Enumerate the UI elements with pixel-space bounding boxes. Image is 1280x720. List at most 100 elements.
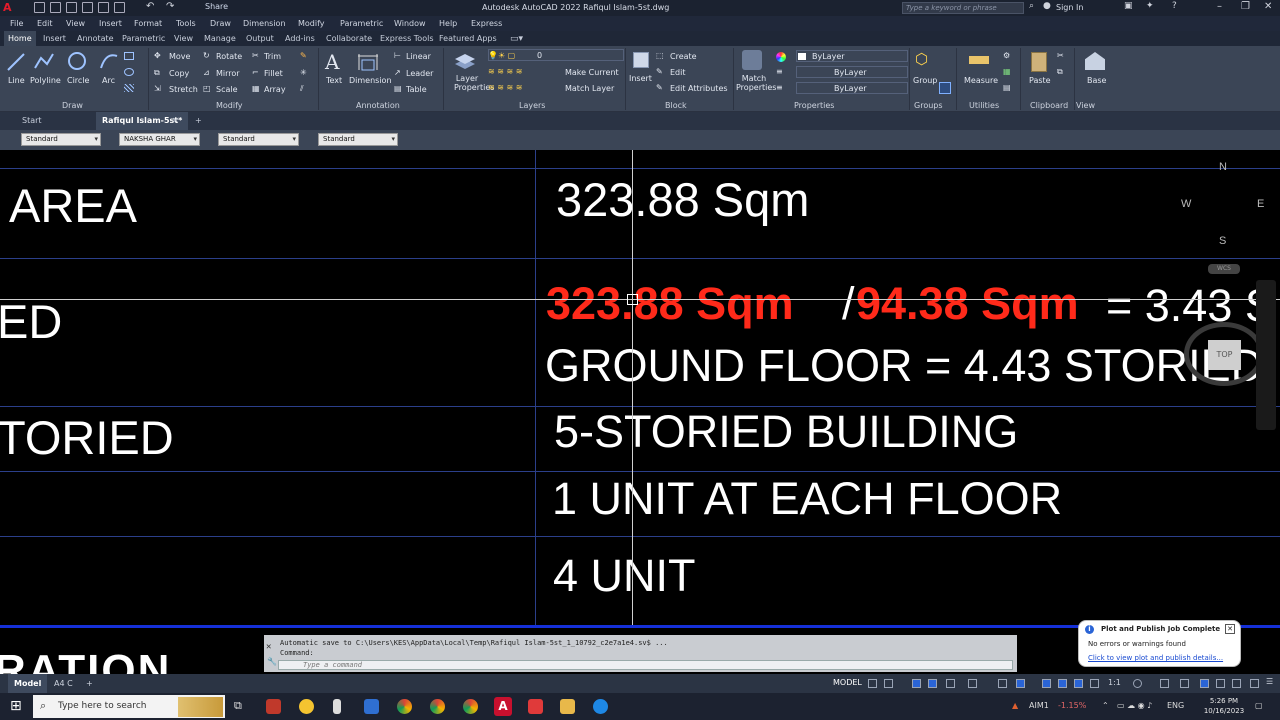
ortho-icon[interactable]	[912, 679, 921, 688]
linetype-value[interactable]: ByLayer	[834, 84, 867, 93]
help-search-input[interactable]: Type a keyword or phrase	[902, 2, 1024, 14]
notification-details-link[interactable]: Click to view plot and publish details..…	[1088, 654, 1223, 662]
tab-insert[interactable]: Insert	[43, 34, 66, 43]
fullscreen-icon[interactable]	[1250, 679, 1259, 688]
workspace-icon[interactable]	[1090, 679, 1099, 688]
trim-button[interactable]: Trim	[264, 52, 281, 61]
help-icon[interactable]: ?	[1172, 1, 1177, 11]
line-button[interactable]: Line	[8, 76, 25, 85]
units-icon[interactable]	[1216, 679, 1225, 688]
tab-featured-apps[interactable]: Featured Apps	[439, 34, 497, 43]
otrack-icon[interactable]	[968, 679, 977, 688]
annotation-scale-icon[interactable]	[1074, 679, 1083, 688]
osnap-icon[interactable]	[998, 679, 1007, 688]
dimension-button[interactable]: Dimension	[349, 76, 392, 85]
cut-icon[interactable]: ✂	[1057, 51, 1064, 60]
auto-scale-icon[interactable]	[1058, 679, 1067, 688]
measure-button[interactable]: Measure	[964, 76, 998, 85]
selection-cycling-icon[interactable]	[1016, 679, 1025, 688]
table-button[interactable]: Table	[406, 85, 427, 94]
menu-dimension[interactable]: Dimension	[243, 19, 286, 28]
insert-button[interactable]: Insert	[629, 74, 652, 83]
menu-file[interactable]: File	[10, 19, 23, 28]
layer-tools-icons[interactable]: ≋ ≋ ≋ ≋	[488, 67, 522, 76]
group-selection-icon[interactable]	[939, 82, 951, 94]
arc-icon[interactable]	[98, 50, 120, 72]
snap-icon[interactable]	[884, 679, 893, 688]
layers-panel-title[interactable]: Layers	[519, 101, 545, 110]
view-panel-title[interactable]: View	[1076, 101, 1095, 110]
share-button[interactable]: Share	[205, 2, 228, 11]
chrome-icon[interactable]	[397, 699, 412, 714]
new-layout-icon[interactable]: +	[80, 674, 99, 693]
taskbar-app-2-icon[interactable]	[299, 699, 314, 714]
web-mobile-icon[interactable]	[98, 2, 109, 13]
connect-icon[interactable]: ✦	[1146, 1, 1154, 11]
polyline-button[interactable]: Polyline	[30, 76, 61, 85]
layer-properties-button[interactable]: Layer Properties	[454, 74, 494, 92]
annotation-panel-title[interactable]: Annotation	[356, 101, 400, 110]
menu-modify[interactable]: Modify	[298, 19, 325, 28]
stock-change[interactable]: -1.15%	[1058, 701, 1086, 710]
save-as-icon[interactable]	[82, 2, 93, 13]
calculator-icon[interactable]	[364, 699, 379, 714]
leader-button[interactable]: Leader	[406, 69, 433, 78]
undo-icon[interactable]: ↶	[146, 1, 154, 12]
menu-window[interactable]: Window	[394, 19, 426, 28]
drawing-canvas[interactable]: AREA ED TORIED 323.88 Sqm 323.88 Sqm / 9…	[0, 150, 1280, 625]
text-style-dropdown[interactable]: Standard	[21, 133, 101, 146]
command-input[interactable]: Type a command	[278, 660, 1013, 670]
tab-layout-a4[interactable]: A4 C	[48, 674, 79, 693]
copy-button[interactable]: Copy	[169, 69, 189, 78]
clean-screen-icon[interactable]	[1200, 679, 1209, 688]
utility-icon-3[interactable]: ▤	[1003, 83, 1011, 92]
quick-properties-icon[interactable]	[1232, 679, 1241, 688]
isodraft-icon[interactable]	[946, 679, 955, 688]
taskbar-app-3-icon[interactable]	[333, 699, 341, 714]
circle-button[interactable]: Circle	[67, 76, 89, 85]
utility-icon-2[interactable]: ▦	[1003, 67, 1011, 76]
tray-icons[interactable]: ▭ ☁ ◉ ♪	[1117, 701, 1152, 710]
tab-home[interactable]: Home	[4, 31, 36, 46]
language-indicator[interactable]: ENG	[1167, 701, 1184, 710]
clipboard-panel-title[interactable]: Clipboard	[1030, 101, 1068, 110]
stretch-button[interactable]: Stretch	[169, 85, 198, 94]
annotation-scale-value[interactable]: 1:1	[1108, 678, 1121, 687]
taskbar-app-cad-icon[interactable]	[528, 699, 543, 714]
table-style-dropdown[interactable]: Standard	[218, 133, 299, 146]
move-button[interactable]: Move	[169, 52, 190, 61]
minimize-icon[interactable]: –	[1217, 1, 1222, 12]
tab-output[interactable]: Output	[246, 34, 274, 43]
menu-insert[interactable]: Insert	[99, 19, 122, 28]
search-icon[interactable]: ⌕	[1029, 1, 1034, 11]
settings-gear-icon[interactable]	[1133, 679, 1142, 688]
base-button[interactable]: Base	[1087, 76, 1106, 85]
group-button[interactable]: Group	[913, 76, 937, 85]
linear-button[interactable]: Linear	[406, 52, 431, 61]
chrome-icon-3[interactable]	[463, 699, 478, 714]
cart-icon[interactable]: ▣	[1124, 1, 1133, 11]
menu-draw[interactable]: Draw	[210, 19, 231, 28]
menu-format[interactable]: Format	[134, 19, 162, 28]
mleader-style-dropdown[interactable]: Standard	[318, 133, 398, 146]
autocad-logo-icon[interactable]: A	[3, 1, 15, 14]
file-explorer-icon[interactable]	[560, 699, 575, 714]
text-button[interactable]: Text	[326, 76, 342, 85]
menu-help[interactable]: Help	[439, 19, 457, 28]
lineweight-value[interactable]: ByLayer	[834, 68, 867, 77]
maximize-icon[interactable]: ❐	[1241, 1, 1250, 12]
new-tab-icon[interactable]: +	[193, 112, 204, 130]
mirror-button[interactable]: Mirror	[216, 69, 240, 78]
color-value[interactable]: ByLayer	[812, 52, 845, 61]
hardware-accel-icon[interactable]	[1180, 679, 1189, 688]
plot-icon[interactable]	[114, 2, 125, 13]
block-panel-title[interactable]: Block	[665, 101, 687, 110]
tab-start[interactable]: Start	[16, 112, 48, 130]
menu-tools[interactable]: Tools	[176, 19, 196, 28]
line-icon[interactable]	[6, 50, 26, 72]
tray-overflow-icon[interactable]: ⌃	[1102, 701, 1109, 710]
offset-icon[interactable]: ⫽	[300, 84, 304, 94]
tab-annotate[interactable]: Annotate	[77, 34, 114, 43]
utilities-panel-title[interactable]: Utilities	[969, 101, 999, 110]
compass-east[interactable]: E	[1257, 198, 1264, 210]
